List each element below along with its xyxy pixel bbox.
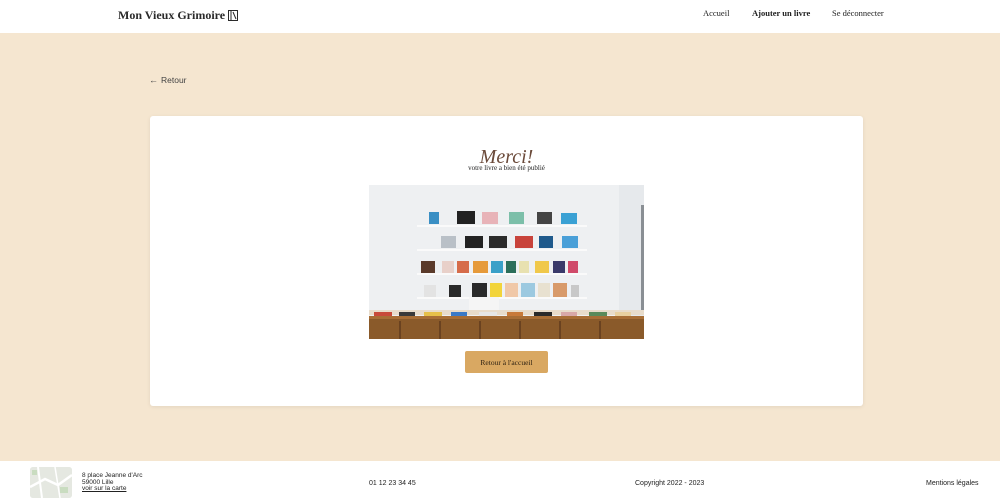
shelf-row (417, 261, 587, 275)
arrow-left-icon: ← (149, 75, 158, 85)
top-header: Mon Vieux Grimoire Accueil Ajouter un li… (0, 0, 1000, 33)
back-link[interactable]: ← Retour (149, 75, 187, 85)
legal-notice-link[interactable]: Mentions légales (926, 480, 979, 487)
site-logo[interactable]: Mon Vieux Grimoire (118, 8, 239, 23)
map-link[interactable]: voir sur la carte (82, 485, 143, 493)
site-footer: 8 place Jeanne d'Arc 59000 Lille voir su… (0, 461, 1000, 500)
nav-add-book-link[interactable]: Ajouter un livre (752, 8, 810, 18)
map-thumbnail[interactable] (30, 467, 72, 498)
footer-copyright: Copyright 2022 - 2023 (635, 480, 705, 487)
confirmation-card: Merci! votre livre a bien été publié Ret… (150, 116, 863, 406)
book-icon (228, 10, 239, 21)
footer-address: 8 place Jeanne d'Arc 59000 Lille voir su… (82, 472, 143, 493)
bookshelf-photo (369, 185, 644, 339)
back-to-home-button[interactable]: Retour à l'accueil (465, 351, 548, 373)
published-message: votre livre a bien été publié (468, 164, 545, 172)
footer-phone: 01 12 23 34 45 (369, 480, 416, 487)
nav-home-link[interactable]: Accueil (703, 8, 729, 18)
logo-text: Mon Vieux Grimoire (118, 8, 226, 22)
back-label: Retour (161, 75, 187, 85)
nav-logout-link[interactable]: Se déconnecter (832, 8, 884, 18)
